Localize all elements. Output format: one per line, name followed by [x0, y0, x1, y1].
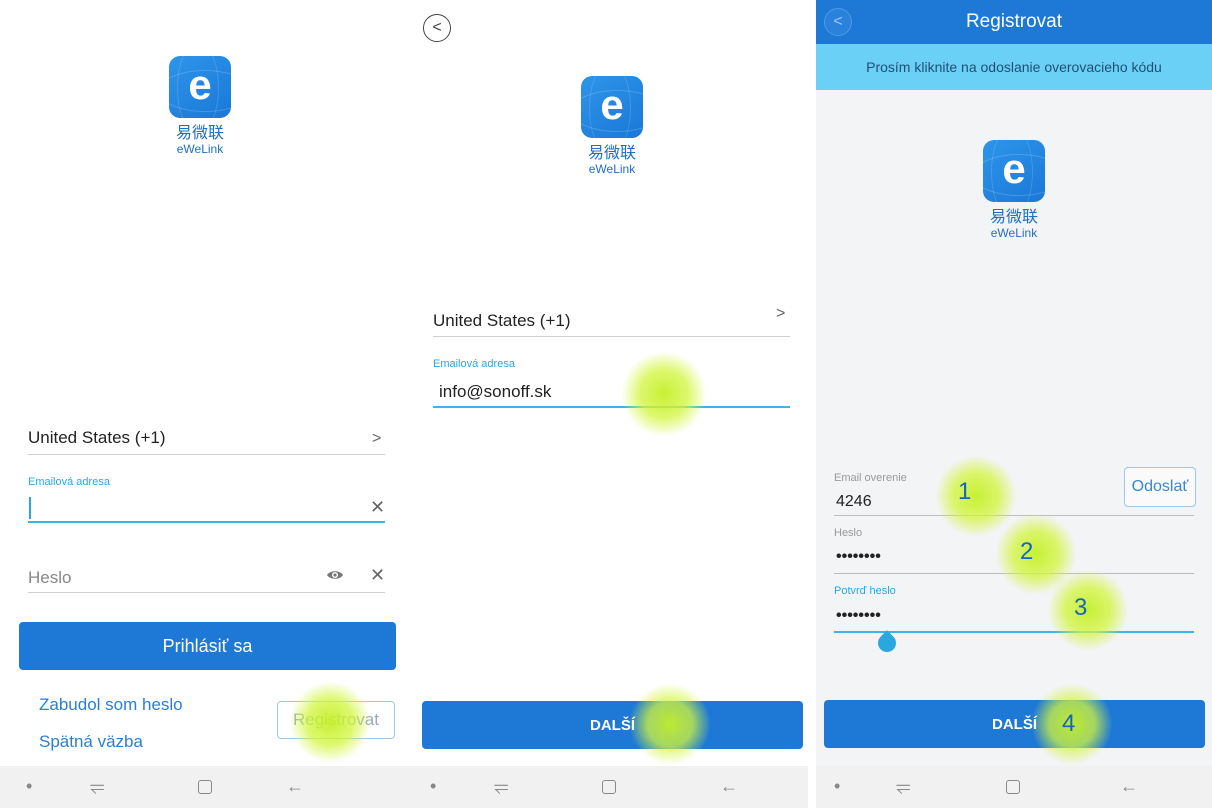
next-button[interactable]: DALŠÍ [422, 701, 803, 749]
highlight-marker [622, 352, 706, 436]
dot-icon: • [26, 776, 33, 796]
system-nav-bar: • ⥫ ← [404, 766, 808, 808]
brand-name-cn: 易微联 [175, 123, 224, 142]
ewelink-logo-icon: e [983, 140, 1045, 202]
dot-icon: • [430, 776, 437, 796]
email-label: Emailová adresa [433, 358, 515, 370]
brand-name-cn: 易微联 [989, 207, 1038, 226]
eye-icon[interactable] [326, 566, 344, 584]
register-screen: < Registrovat Prosím kliknite na odoslan… [816, 0, 1212, 808]
home-icon[interactable] [198, 780, 212, 794]
back-arrow-icon[interactable]: ← [1120, 776, 1138, 796]
country-selector-label[interactable]: United States (+1) [28, 428, 166, 448]
feedback-link[interactable]: Spätná väzba [39, 732, 143, 752]
login-screen: e 易微联 eWeLink United States (+1) > Email… [0, 0, 404, 808]
register-button[interactable]: Registrovat [277, 701, 395, 739]
recent-apps-icon[interactable]: ⥫ [90, 776, 104, 796]
country-underline [28, 454, 385, 455]
password-underline [28, 592, 385, 593]
clear-email-icon[interactable]: ✕ [370, 498, 385, 516]
text-cursor [29, 497, 31, 519]
banner-text: Prosím kliknite na odoslanie overovacieh… [866, 59, 1162, 75]
brand-name-cn: 易微联 [587, 143, 636, 162]
page-title: Registrovat [965, 11, 1063, 32]
password-field[interactable]: Heslo [28, 568, 71, 588]
text-selection-handle[interactable] [874, 630, 900, 656]
step-number-4: 4 [1062, 710, 1076, 737]
confirm-password-field-value[interactable]: •••••••• [836, 607, 881, 625]
app-logo: e 易微联 eWeLink [552, 76, 672, 176]
clear-password-icon[interactable]: ✕ [370, 566, 385, 584]
chevron-right-icon[interactable]: > [372, 430, 381, 448]
email-field[interactable] [28, 521, 385, 523]
recent-apps-icon[interactable]: ⥫ [896, 776, 910, 796]
highlight-marker [996, 514, 1076, 594]
login-button[interactable]: Prihlásiť sa [19, 622, 396, 670]
country-underline [433, 336, 790, 337]
email-entry-screen: < e 易微联 eWeLink United States (+1) > Ema… [404, 0, 808, 808]
system-nav-bar: • ⥫ ← [0, 766, 404, 808]
email-label: Emailová adresa [28, 476, 110, 488]
step-number-3: 3 [1074, 594, 1088, 621]
password-label: Heslo [834, 527, 863, 539]
system-nav-bar: • ⥫ ← [816, 766, 1212, 808]
highlight-marker [936, 456, 1016, 536]
confirm-password-label: Potvrď heslo [834, 585, 896, 597]
password-field[interactable] [834, 573, 1194, 574]
email-field-value[interactable]: info@sonoff.sk [439, 382, 551, 402]
brand-name-en: eWeLink [588, 162, 636, 176]
back-arrow-icon[interactable]: ← [720, 776, 738, 796]
app-logo: e 易微联 eWeLink [954, 140, 1074, 240]
code-label: Email overenie [834, 472, 907, 484]
app-logo: e 易微联 eWeLink [140, 56, 260, 156]
password-field-value[interactable]: •••••••• [836, 548, 881, 566]
back-arrow-icon[interactable]: ← [286, 776, 304, 796]
highlight-marker [1048, 570, 1128, 650]
forgot-password-link[interactable]: Zabudol som heslo [39, 695, 183, 715]
info-banner: Prosím kliknite na odoslanie overovacieh… [816, 44, 1212, 90]
ewelink-logo-icon: e [581, 76, 643, 138]
step-number-1: 1 [958, 478, 972, 505]
recent-apps-icon[interactable]: ⥫ [494, 776, 508, 796]
brand-name-en: eWeLink [176, 142, 224, 156]
ewelink-logo-icon: e [169, 56, 231, 118]
send-code-button[interactable]: Odoslať [1124, 467, 1196, 507]
step-number-2: 2 [1020, 538, 1034, 565]
chevron-right-icon[interactable]: > [776, 305, 785, 323]
home-icon[interactable] [602, 780, 616, 794]
next-button[interactable]: DALŠÍ [824, 700, 1205, 748]
code-field[interactable] [834, 515, 1194, 516]
back-button[interactable]: < [423, 14, 451, 42]
country-selector-label[interactable]: United States (+1) [433, 311, 571, 331]
home-icon[interactable] [1006, 780, 1020, 794]
brand-name-en: eWeLink [990, 226, 1038, 240]
email-field[interactable] [433, 406, 790, 408]
code-field-value[interactable]: 4246 [836, 493, 872, 511]
dot-icon: • [834, 776, 841, 796]
header-bar: < Registrovat [816, 0, 1212, 44]
